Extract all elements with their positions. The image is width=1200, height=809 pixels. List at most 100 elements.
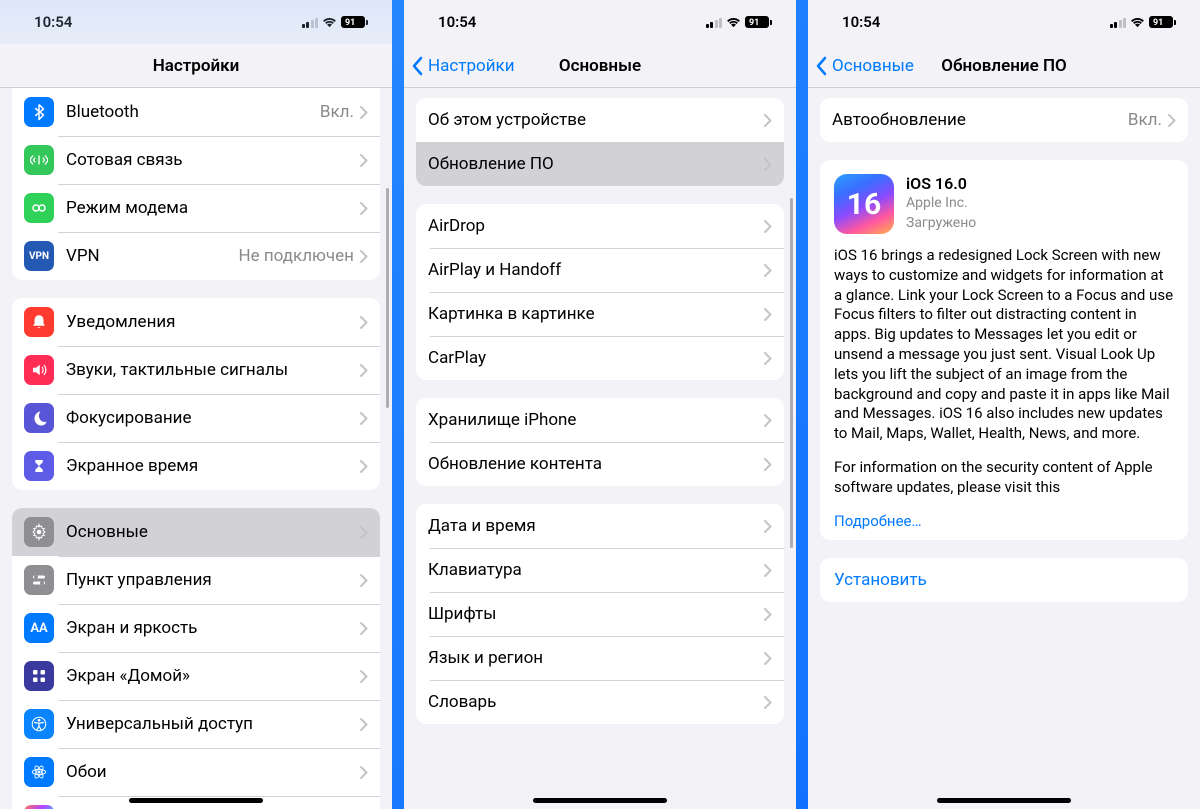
settings-row-VPN[interactable]: VPNVPNНе подключен (12, 232, 380, 280)
update-card: 16 iOS 16.0 Apple Inc. Загружено iOS 16 … (820, 160, 1188, 540)
page-title: Настройки (153, 56, 240, 76)
settings-row-Уведомления[interactable]: Уведомления (12, 298, 380, 346)
row-label: AirDrop (428, 216, 764, 236)
row-label: Обновление контента (428, 454, 764, 474)
install-button[interactable]: Установить (820, 558, 1188, 602)
chevron-right-icon (360, 250, 368, 263)
row-detail: Вкл. (1128, 110, 1162, 130)
home-indicator[interactable] (533, 798, 667, 803)
general-row-Об этом устройстве[interactable]: Об этом устройстве (416, 98, 784, 142)
wifi-icon (322, 17, 337, 28)
cellular-signal-icon (706, 17, 723, 28)
row-label: Универсальный доступ (66, 714, 360, 734)
chevron-right-icon (764, 264, 772, 277)
chevron-right-icon (360, 766, 368, 779)
chevron-right-icon (764, 564, 772, 577)
settings-row-Пункт управления[interactable]: Пункт управления (12, 556, 380, 604)
settings-root-screen: 10:54 91 Настройки BluetoothВкл. Сотовая … (0, 0, 392, 809)
general-row-CarPlay[interactable]: CarPlay (416, 336, 784, 380)
row-detail: Вкл. (320, 102, 354, 122)
settings-row-Bluetooth[interactable]: BluetoothВкл. (12, 88, 380, 136)
row-label: Экран и яркость (66, 618, 360, 638)
settings-row-Фокусирование[interactable]: Фокусирование (12, 394, 380, 442)
chevron-left-icon (816, 56, 828, 76)
hotspot-icon (24, 193, 54, 223)
chevron-right-icon (360, 622, 368, 635)
general-settings-screen: 10:54 91 Настройки Основные Об этом устр… (404, 0, 796, 809)
settings-row-Обои[interactable]: Обои (12, 748, 380, 796)
status-indicators: 91 (302, 16, 369, 28)
back-label: Настройки (428, 56, 515, 76)
status-indicators: 91 (1110, 16, 1177, 28)
chevron-right-icon (764, 220, 772, 233)
settings-row-Режим модема[interactable]: Режим модема (12, 184, 380, 232)
status-time: 10:54 (842, 13, 880, 31)
row-label: Дата и время (428, 516, 764, 536)
general-row-Клавиатура[interactable]: Клавиатура (416, 548, 784, 592)
scrollbar[interactable] (386, 188, 389, 408)
wifi-icon (1130, 17, 1145, 28)
vpn-icon: VPN (24, 241, 54, 271)
home-indicator[interactable] (129, 798, 263, 803)
auto-update-row[interactable]: Автообновление Вкл. (820, 98, 1188, 142)
chevron-right-icon (764, 308, 772, 321)
home-indicator[interactable] (937, 798, 1071, 803)
update-description: iOS 16 brings a redesigned Lock Screen w… (834, 246, 1174, 498)
settings-row-Экран и яркость[interactable]: AA Экран и яркость (12, 604, 380, 652)
row-label: CarPlay (428, 348, 764, 368)
row-label: Сотовая связь (66, 150, 360, 170)
general-row-Дата и время[interactable]: Дата и время (416, 504, 784, 548)
settings-row-Экранное время[interactable]: Экранное время (12, 442, 380, 490)
general-list[interactable]: Об этом устройстве Обновление ПО AirDrop Ai… (404, 88, 796, 809)
row-label: Обновление ПО (428, 154, 764, 174)
row-label: Язык и регион (428, 648, 764, 668)
page-title: Основные (559, 56, 641, 76)
chevron-right-icon (764, 696, 772, 709)
wifi-icon (726, 17, 741, 28)
aa-icon: AA (24, 613, 54, 643)
grid-icon (24, 661, 54, 691)
back-button[interactable]: Основные (816, 56, 914, 76)
toggles-icon (24, 565, 54, 595)
row-label: Звуки, тактильные сигналы (66, 360, 360, 380)
row-label: Словарь (428, 692, 764, 712)
row-label: Экранное время (66, 456, 360, 476)
status-time: 10:54 (34, 13, 72, 31)
row-label: Уведомления (66, 312, 360, 332)
general-row-Хранилище iPhone[interactable]: Хранилище iPhone (416, 398, 784, 442)
general-row-Словарь[interactable]: Словарь (416, 680, 784, 724)
general-row-Обновление контента[interactable]: Обновление контента (416, 442, 784, 486)
learn-more-link[interactable]: Подробнее… (834, 512, 1174, 530)
settings-row-Экран «Домой»[interactable]: Экран «Домой» (12, 652, 380, 700)
back-label: Основные (832, 56, 914, 76)
chevron-right-icon (764, 520, 772, 533)
chevron-right-icon (360, 202, 368, 215)
nav-header: Настройки Основные (404, 44, 796, 88)
gear-icon (24, 517, 54, 547)
settings-row-Сотовая связь[interactable]: Сотовая связь (12, 136, 380, 184)
settings-list[interactable]: BluetoothВкл. Сотовая связь Режим модема VP… (0, 88, 392, 809)
chevron-left-icon (412, 56, 424, 76)
settings-row-Универсальный доступ[interactable]: Универсальный доступ (12, 700, 380, 748)
settings-row-Основные[interactable]: Основные (12, 508, 380, 556)
general-row-AirPlay и Handoff[interactable]: AirPlay и Handoff (416, 248, 784, 292)
software-update-content[interactable]: Автообновление Вкл. 16 iOS 16.0 Apple In… (808, 88, 1200, 809)
chevron-right-icon (1168, 114, 1176, 127)
general-row-Язык и регион[interactable]: Язык и регион (416, 636, 784, 680)
chevron-right-icon (360, 574, 368, 587)
scrollbar[interactable] (790, 198, 793, 548)
status-bar: 10:54 91 (0, 0, 392, 44)
battery-icon: 91 (1149, 16, 1176, 28)
settings-row-Звуки, тактильные сигналы[interactable]: Звуки, тактильные сигналы (12, 346, 380, 394)
row-label: Картинка в картинке (428, 304, 764, 324)
status-indicators: 91 (706, 16, 773, 28)
cellular-signal-icon (1110, 17, 1127, 28)
row-label: Автообновление (832, 110, 1128, 130)
battery-icon: 91 (341, 16, 368, 28)
back-button[interactable]: Настройки (412, 56, 515, 76)
row-detail: Не подключен (239, 246, 355, 266)
general-row-Обновление ПО[interactable]: Обновление ПО (416, 142, 784, 186)
general-row-AirDrop[interactable]: AirDrop (416, 204, 784, 248)
general-row-Шрифты[interactable]: Шрифты (416, 592, 784, 636)
general-row-Картинка в картинке[interactable]: Картинка в картинке (416, 292, 784, 336)
